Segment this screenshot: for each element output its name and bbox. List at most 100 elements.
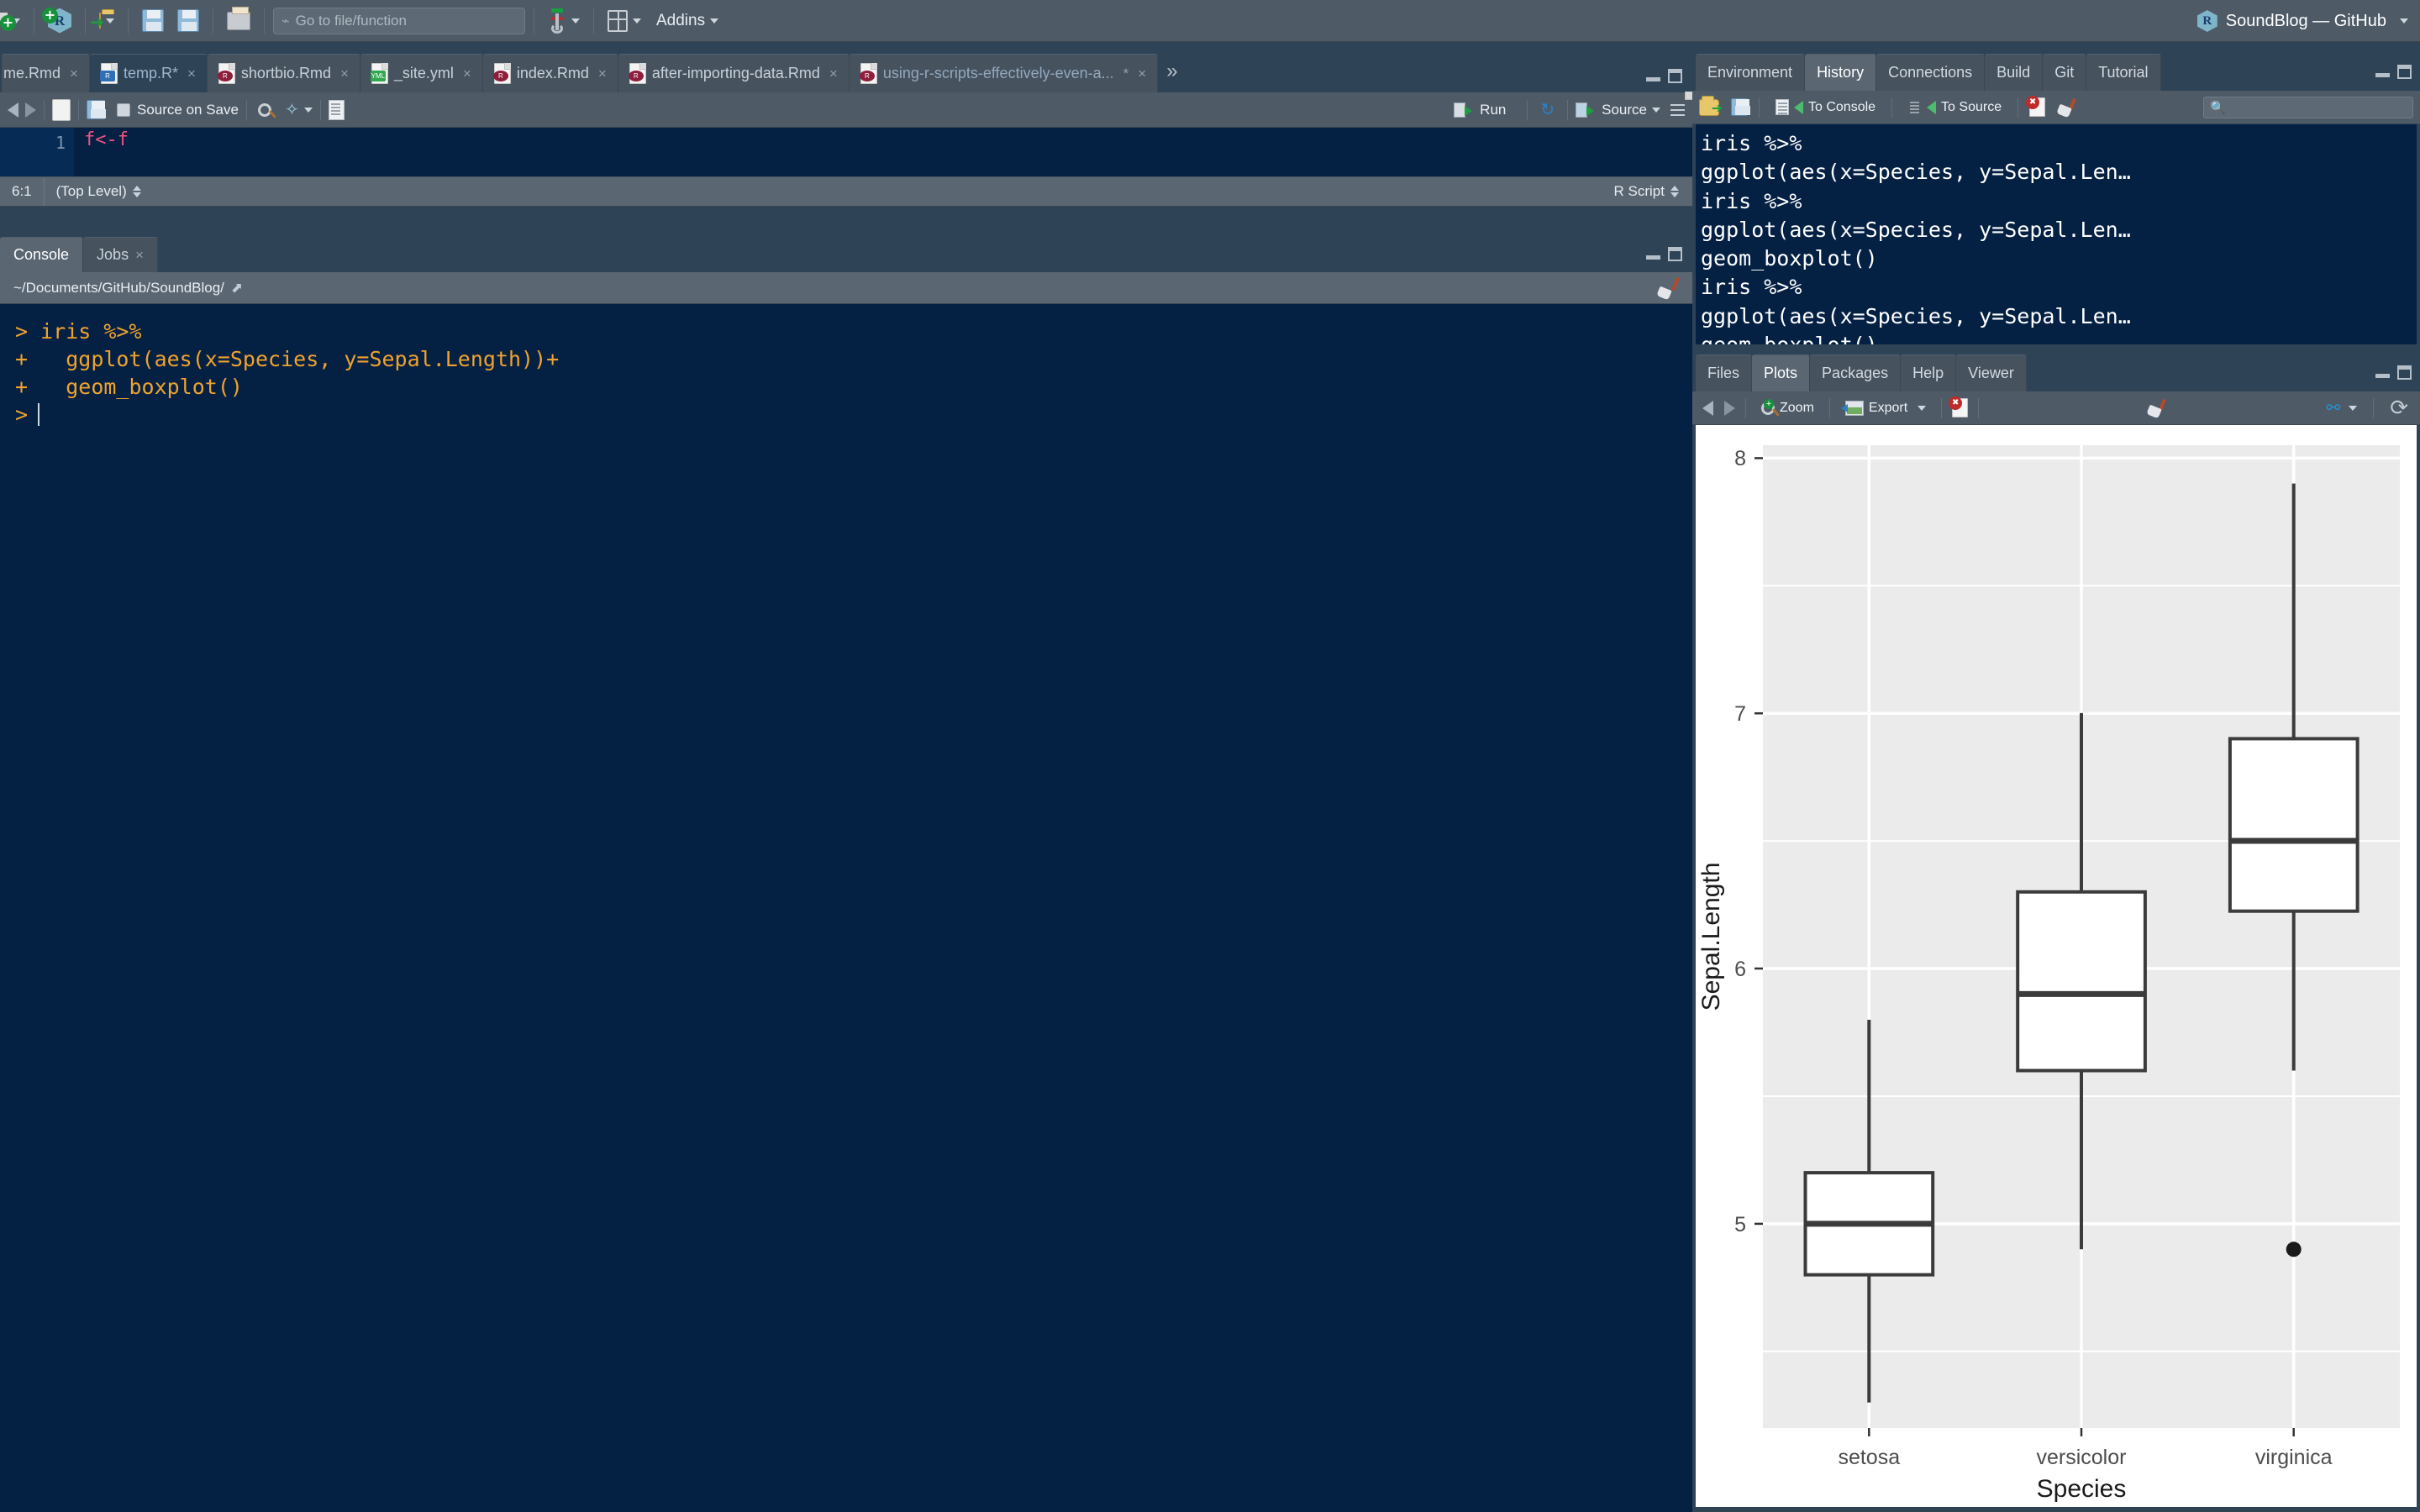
- open-file-button[interactable]: ➜: [90, 3, 119, 39]
- code-tools-magic-wand-icon[interactable]: ✧: [285, 99, 299, 120]
- compile-report-button[interactable]: [543, 3, 585, 39]
- scope-chevron-icon[interactable]: [132, 186, 141, 197]
- new-file-button[interactable]: +: [0, 3, 25, 39]
- chevron-down-icon[interactable]: [571, 18, 580, 24]
- chevron-down-icon[interactable]: [106, 18, 114, 24]
- tab-help[interactable]: Help: [1901, 354, 1957, 391]
- scope-selector[interactable]: (Top Level): [45, 177, 153, 206]
- minimize-pane-icon[interactable]: [2375, 66, 2390, 77]
- rerun-previous-icon[interactable]: ↻: [1540, 99, 1555, 120]
- history-search-input[interactable]: 🔍: [2203, 96, 2413, 118]
- source-tab-site-yml[interactable]: YML _site.yml ×: [360, 54, 483, 92]
- history-item[interactable]: ggplot(aes(x=Species, y=Sepal.Len…: [1701, 158, 2417, 186]
- to-source-button[interactable]: To Source: [1903, 99, 2007, 115]
- source-tab-index-rmd[interactable]: R index.Rmd ×: [482, 54, 618, 92]
- load-history-folder-icon[interactable]: ➜: [1699, 95, 1723, 116]
- tab-environment[interactable]: Environment: [1696, 54, 1806, 91]
- document-outline-icon[interactable]: [1670, 103, 1685, 116]
- close-icon[interactable]: ×: [340, 66, 349, 82]
- tab-plots[interactable]: Plots: [1752, 354, 1811, 391]
- back-icon[interactable]: [8, 102, 18, 118]
- new-project-button[interactable]: R +: [42, 3, 76, 39]
- maximize-pane-icon[interactable]: [1668, 247, 1682, 261]
- publish-icon[interactable]: ⚯: [2326, 397, 2340, 418]
- clear-history-broom-icon[interactable]: [2056, 97, 2076, 118]
- open-in-new-window-icon[interactable]: ⬈: [231, 280, 243, 297]
- remove-plot-icon[interactable]: [1949, 396, 1969, 417]
- tab-files[interactable]: Files: [1696, 354, 1753, 391]
- close-icon[interactable]: ×: [135, 247, 144, 264]
- file-type-selector[interactable]: R Script: [1614, 183, 1679, 200]
- history-list[interactable]: iris %>% ggplot(aes(x=Species, y=Sepal.L…: [1696, 124, 2417, 344]
- show-in-new-window-icon[interactable]: [52, 98, 71, 121]
- tab-build[interactable]: Build: [1985, 54, 2044, 91]
- source-tab-temp-r[interactable]: R temp.R* ×: [89, 54, 208, 92]
- tab-packages[interactable]: Packages: [1810, 354, 1902, 391]
- history-item[interactable]: ggplot(aes(x=Species, y=Sepal.Len…: [1701, 216, 2417, 244]
- tab-history[interactable]: History: [1805, 54, 1877, 91]
- tab-jobs[interactable]: Jobs ×: [83, 237, 159, 272]
- chevron-down-icon[interactable]: [1652, 107, 1660, 113]
- console-output[interactable]: > iris %>% + ggplot(aes(x=Species, y=Sep…: [0, 304, 1692, 1512]
- tab-connections[interactable]: Connections: [1876, 54, 1986, 91]
- close-icon[interactable]: ×: [598, 66, 607, 82]
- goto-file-function-input[interactable]: ⌁ Go to file/function: [273, 7, 525, 34]
- refresh-plot-icon[interactable]: ⟳: [2390, 396, 2408, 421]
- source-tab-overflow-button[interactable]: »: [1158, 60, 1186, 83]
- print-button[interactable]: [222, 3, 255, 39]
- history-item[interactable]: iris %>%: [1701, 187, 2417, 216]
- remove-history-entry-icon[interactable]: [2026, 96, 2046, 117]
- source-button[interactable]: Source: [1576, 102, 1660, 118]
- history-item[interactable]: geom_boxplot(): [1701, 331, 2417, 344]
- close-icon[interactable]: ×: [187, 66, 196, 82]
- next-plot-icon[interactable]: [1724, 400, 1735, 416]
- clear-all-plots-broom-icon[interactable]: [2146, 398, 2167, 418]
- close-icon[interactable]: ×: [829, 66, 838, 82]
- run-button[interactable]: Run: [1454, 102, 1506, 118]
- close-icon[interactable]: ×: [70, 66, 78, 82]
- save-all-button[interactable]: [169, 3, 204, 39]
- to-console-button[interactable]: To Console: [1770, 99, 1881, 115]
- source-tab-after-importing-data-rmd[interactable]: R after-importing-data.Rmd ×: [618, 54, 850, 92]
- maximize-pane-icon[interactable]: [1668, 69, 1682, 83]
- maximize-pane-icon[interactable]: [2397, 365, 2412, 380]
- history-item[interactable]: ggplot(aes(x=Species, y=Sepal.Len…: [1701, 302, 2417, 331]
- tab-console[interactable]: Console: [0, 237, 84, 272]
- chevron-down-icon[interactable]: [710, 18, 719, 24]
- save-button[interactable]: [137, 3, 169, 39]
- export-button[interactable]: Export: [1840, 400, 1931, 416]
- tab-git[interactable]: Git: [2043, 54, 2087, 91]
- save-history-icon[interactable]: [1731, 98, 1750, 116]
- forward-icon[interactable]: [25, 102, 36, 118]
- previous-plot-icon[interactable]: [1702, 400, 1713, 416]
- close-icon[interactable]: ×: [463, 66, 471, 82]
- chevron-down-icon[interactable]: [2349, 405, 2358, 411]
- minimize-pane-icon[interactable]: [2375, 367, 2390, 378]
- source-on-save-checkbox[interactable]: Source on Save: [117, 102, 239, 118]
- close-icon[interactable]: ×: [1138, 66, 1146, 82]
- history-item[interactable]: iris %>%: [1701, 129, 2417, 158]
- history-item[interactable]: iris %>%: [1701, 273, 2417, 302]
- chevron-down-icon[interactable]: [303, 107, 313, 113]
- source-editor[interactable]: 1 f<-f: [0, 128, 1692, 176]
- compile-notebook-icon[interactable]: [328, 99, 345, 120]
- file-type-chevron-icon[interactable]: [1670, 186, 1679, 197]
- addins-button[interactable]: Addins: [646, 3, 723, 39]
- zoom-button[interactable]: + Zoom: [1756, 398, 1819, 416]
- maximize-pane-icon[interactable]: [2397, 65, 2412, 79]
- project-menu-chevron-down-icon[interactable]: [2400, 18, 2408, 24]
- chevron-down-icon[interactable]: [633, 18, 641, 24]
- minimize-pane-icon[interactable]: [1646, 71, 1660, 81]
- history-item[interactable]: geom_boxplot(): [1701, 244, 2417, 273]
- find-replace-icon[interactable]: [257, 102, 271, 117]
- source-tab-using-r-scripts[interactable]: R using-r-scripts-effectively-even-a... …: [849, 54, 1159, 92]
- tab-tutorial[interactable]: Tutorial: [2086, 54, 2161, 91]
- save-icon[interactable]: [87, 100, 106, 119]
- chevron-down-icon[interactable]: [1918, 405, 1927, 411]
- minimize-pane-icon[interactable]: [1646, 249, 1660, 260]
- source-tab-me-rmd[interactable]: me.Rmd ×: [2, 54, 90, 92]
- source-tab-shortbio-rmd[interactable]: R shortbio.Rmd ×: [207, 54, 360, 92]
- workspace-panes-button[interactable]: [602, 3, 646, 39]
- clear-console-broom-icon[interactable]: [1656, 276, 1680, 300]
- tab-viewer[interactable]: Viewer: [1956, 354, 2027, 391]
